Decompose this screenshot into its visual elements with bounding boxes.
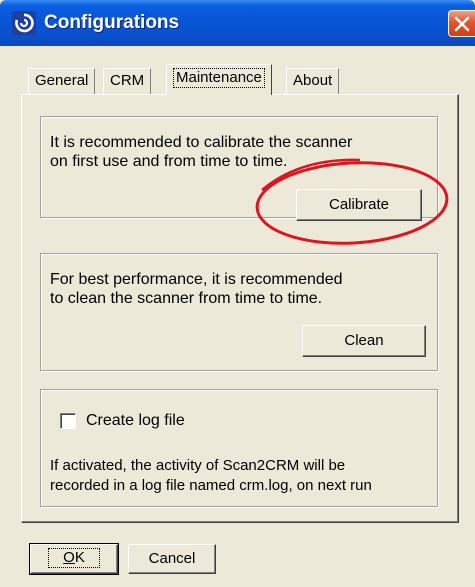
cancel-button-label: Cancel bbox=[148, 550, 196, 567]
close-icon bbox=[454, 16, 470, 32]
create-log-file-checkbox[interactable] bbox=[60, 413, 76, 429]
clean-description-line1: For best performance, it is recommended bbox=[50, 271, 343, 288]
ok-button[interactable]: OK bbox=[29, 543, 119, 575]
ok-button-focus: OK bbox=[48, 548, 100, 568]
cancel-button[interactable]: Cancel bbox=[128, 544, 216, 574]
tab-crm-label: CRM bbox=[110, 72, 145, 89]
tab-crm[interactable]: CRM bbox=[103, 68, 152, 94]
calibrate-button-label: Calibrate bbox=[328, 196, 390, 213]
app-swirl-icon bbox=[12, 11, 36, 35]
tab-maintenance-label: Maintenance bbox=[173, 68, 265, 88]
title-bar[interactable]: Configurations bbox=[0, 0, 475, 46]
tab-general[interactable]: General bbox=[28, 68, 96, 94]
clean-description-line2: to clean the scanner from time to time. bbox=[50, 290, 323, 307]
tab-about[interactable]: About bbox=[286, 68, 340, 94]
tab-about-label: About bbox=[293, 72, 333, 89]
clean-button[interactable]: Clean bbox=[302, 325, 426, 357]
calibrate-button[interactable]: Calibrate bbox=[296, 189, 422, 221]
log-description-line1: If activated, the activity of Scan2CRM w… bbox=[50, 457, 346, 474]
configurations-dialog: Configurations General CRM Maintenance A… bbox=[0, 0, 475, 587]
calibrate-description-line1: It is recommended to calibrate the scann… bbox=[50, 134, 353, 151]
clean-button-label: Clean bbox=[344, 332, 384, 349]
window-title: Configurations bbox=[44, 12, 180, 33]
tab-general-label: General bbox=[35, 72, 89, 89]
close-button[interactable] bbox=[448, 10, 475, 37]
tab-maintenance[interactable]: Maintenance bbox=[166, 64, 272, 95]
create-log-file-label[interactable]: Create log file bbox=[86, 411, 185, 430]
ok-mnemonic: O bbox=[63, 549, 75, 566]
ok-label-rest: K bbox=[74, 549, 85, 566]
calibrate-description-line2: on first use and from time to time. bbox=[50, 153, 288, 170]
log-description-line2: recorded in a log file named crm.log, on… bbox=[50, 477, 372, 494]
